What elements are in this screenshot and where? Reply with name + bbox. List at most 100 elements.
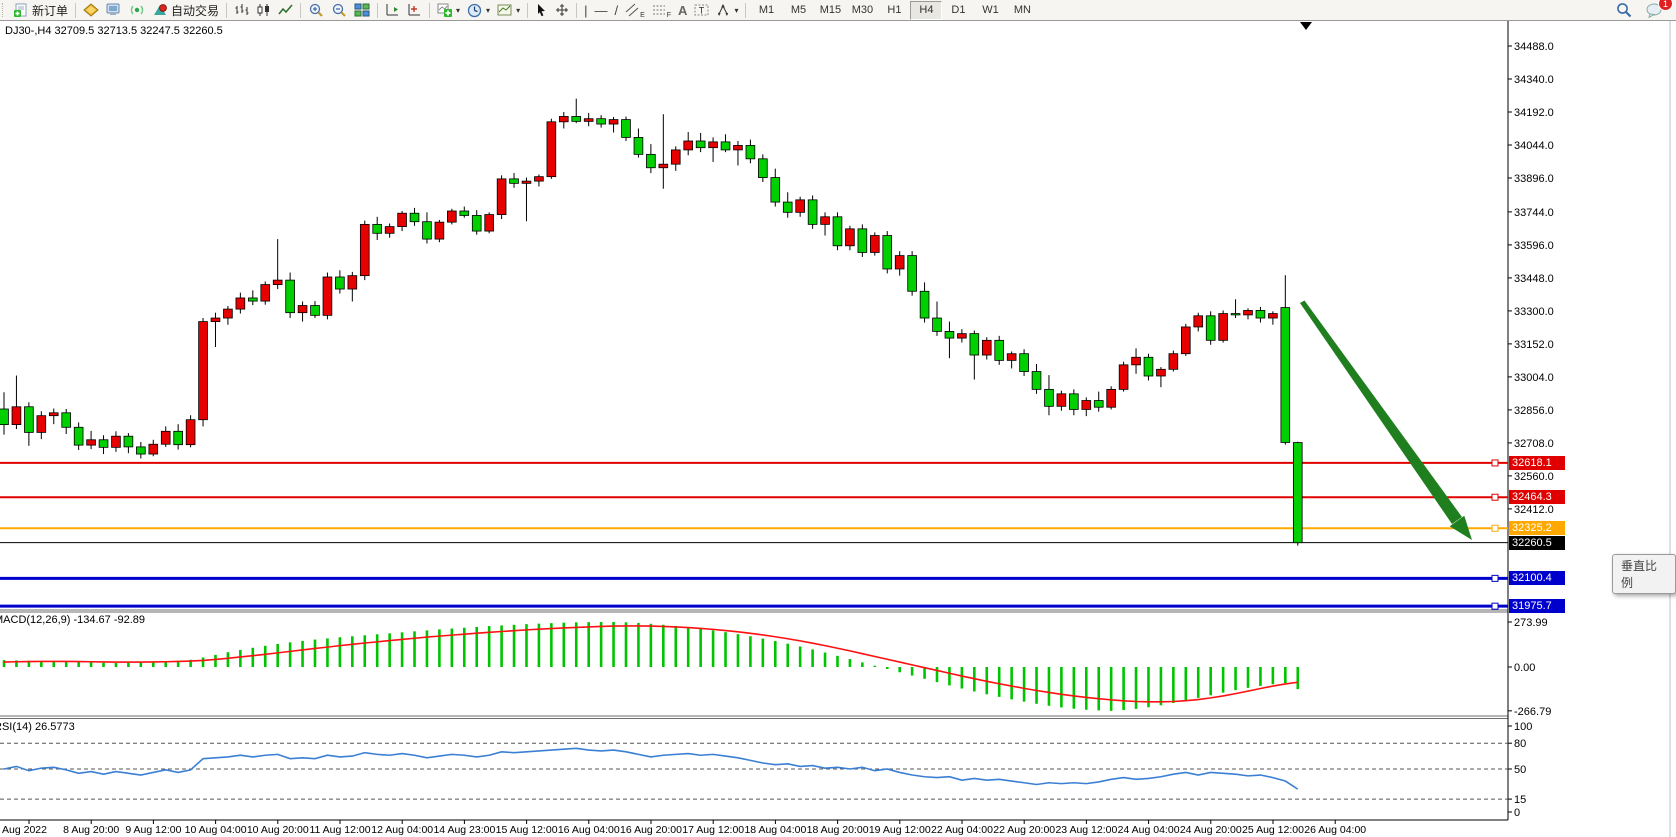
vertical-line-tool-button[interactable]: |: [581, 1, 590, 19]
candle-body: [1157, 369, 1166, 376]
last-bar-marker-icon: [1300, 22, 1312, 30]
new-order-button[interactable]: 新订单: [11, 1, 71, 19]
candle-body: [746, 145, 755, 158]
time-tick-label: 25 Aug 12:00: [1242, 824, 1304, 836]
time-tick-label: 10 Aug 20:00: [247, 824, 309, 836]
chevron-down-icon: ▾: [486, 6, 490, 15]
cursor-tool-button[interactable]: [532, 1, 551, 19]
line-drag-handle[interactable]: [1492, 494, 1498, 500]
candle-body: [472, 215, 481, 231]
trendline-tool-button[interactable]: /: [611, 1, 621, 19]
terminal-button[interactable]: [103, 1, 125, 19]
arrows-tool-button[interactable]: ▾: [713, 1, 741, 19]
candle-body: [1007, 354, 1016, 361]
timeframe-button-h4[interactable]: H4: [910, 1, 942, 20]
timeframe-button-d1[interactable]: D1: [942, 1, 974, 20]
candle-body: [49, 413, 58, 416]
rsi-tick-label: 100: [1514, 721, 1532, 733]
timeframe-button-m30[interactable]: M30: [846, 1, 878, 20]
fibonacci-tool-button[interactable]: F: [649, 1, 674, 19]
objects-button[interactable]: [80, 1, 102, 19]
template-button[interactable]: ▾: [494, 1, 523, 19]
signal-button[interactable]: [126, 1, 148, 19]
candle-body: [124, 436, 133, 447]
candle-body: [1181, 327, 1190, 354]
auto-scroll-button[interactable]: [404, 1, 425, 19]
timeframe-button-mn[interactable]: MN: [1006, 1, 1038, 20]
toolbar-separator: [429, 3, 430, 18]
price-line-label[interactable]: 32325.2: [1509, 521, 1565, 535]
candle-body: [1032, 372, 1041, 390]
timeframe-button-w1[interactable]: W1: [974, 1, 1006, 20]
zoom-in-button[interactable]: [305, 1, 327, 19]
chart-shift-button[interactable]: [382, 1, 403, 19]
channel-tool-button[interactable]: E: [622, 1, 648, 19]
text-label-tool-button[interactable]: T: [691, 1, 712, 19]
trend-arrow-shaft[interactable]: [1300, 301, 1462, 525]
candle-body: [323, 277, 332, 315]
line-drag-handle[interactable]: [1492, 603, 1498, 609]
price-tick-label: 33300.0: [1514, 306, 1554, 318]
candle-body: [1206, 316, 1215, 341]
candle-body: [758, 159, 767, 178]
line-drag-handle[interactable]: [1492, 575, 1498, 581]
price-tick-label: 33744.0: [1514, 207, 1554, 219]
toolbar-separator: [300, 3, 301, 18]
time-tick-label: 16 Aug 20:00: [620, 824, 682, 836]
candle-chart-type-button[interactable]: [253, 1, 274, 19]
period-button[interactable]: ▾: [464, 1, 493, 19]
price-tick-label: 34340.0: [1514, 74, 1554, 86]
candle-body: [423, 222, 432, 239]
price-line-label[interactable]: 31975.7: [1509, 599, 1565, 613]
tile-windows-button[interactable]: [351, 1, 373, 19]
price-line-label[interactable]: 32260.5: [1509, 536, 1565, 550]
time-tick-label: 24 Aug 20:00: [1180, 824, 1242, 836]
toolbar-separator: [377, 3, 378, 18]
price-tick-label: 33896.0: [1514, 173, 1554, 185]
search-icon: [1616, 2, 1632, 18]
candle-body: [149, 444, 158, 454]
equidistant-channel-icon: [625, 3, 639, 17]
candle-body: [696, 141, 705, 148]
price-tick-label: 34192.0: [1514, 107, 1554, 119]
time-tick-label: 12 Aug 04:00: [371, 824, 433, 836]
line-drag-handle[interactable]: [1492, 460, 1498, 466]
price-line-label[interactable]: 32464.3: [1509, 490, 1565, 504]
time-tick-label: 23 Aug 12:00: [1055, 824, 1117, 836]
candle-body: [609, 120, 618, 124]
candle-body: [335, 277, 344, 289]
candle-body: [248, 298, 257, 301]
chevron-down-icon: ▾: [516, 6, 520, 15]
timeframe-button-m15[interactable]: M15: [814, 1, 846, 20]
zoom-out-button[interactable]: [328, 1, 350, 19]
candle-body: [112, 436, 121, 447]
price-line-label[interactable]: 32618.1: [1509, 456, 1565, 470]
add-indicator-button[interactable]: ▾: [434, 1, 463, 19]
search-button[interactable]: [1613, 1, 1635, 19]
price-tick-label: 34488.0: [1514, 41, 1554, 53]
line-drag-handle[interactable]: [1492, 525, 1498, 531]
toolbar: 新订单 自动交易: [0, 0, 1676, 21]
price-line-label[interactable]: 32100.4: [1509, 571, 1565, 585]
candle-body: [821, 217, 830, 225]
timeframe-button-m5[interactable]: M5: [782, 1, 814, 20]
timeframe-button-h1[interactable]: H1: [878, 1, 910, 20]
crosshair-icon: [555, 3, 569, 17]
candle-body: [87, 440, 96, 445]
line-chart-type-button[interactable]: [275, 1, 296, 19]
autotrade-button[interactable]: 自动交易: [149, 1, 222, 19]
candle-body: [460, 211, 469, 215]
candle-body: [1169, 354, 1178, 370]
timeframe-button-m1[interactable]: M1: [750, 1, 782, 20]
rsi-tick-label: 50: [1514, 764, 1526, 776]
text-tool-button[interactable]: A: [675, 1, 690, 19]
bar-chart-type-button[interactable]: [231, 1, 252, 19]
candle-body: [447, 211, 456, 222]
candle-body: [622, 120, 631, 138]
chart-canvas[interactable]: 34488.034340.034192.034044.033896.033744…: [0, 0, 1676, 837]
time-tick-label: 15 Aug 12:00: [496, 824, 558, 836]
crosshair-tool-button[interactable]: [552, 1, 572, 19]
candle-body: [1082, 401, 1091, 410]
chat-button[interactable]: 1: [1643, 1, 1666, 19]
horizontal-line-tool-button[interactable]: —: [591, 1, 610, 19]
